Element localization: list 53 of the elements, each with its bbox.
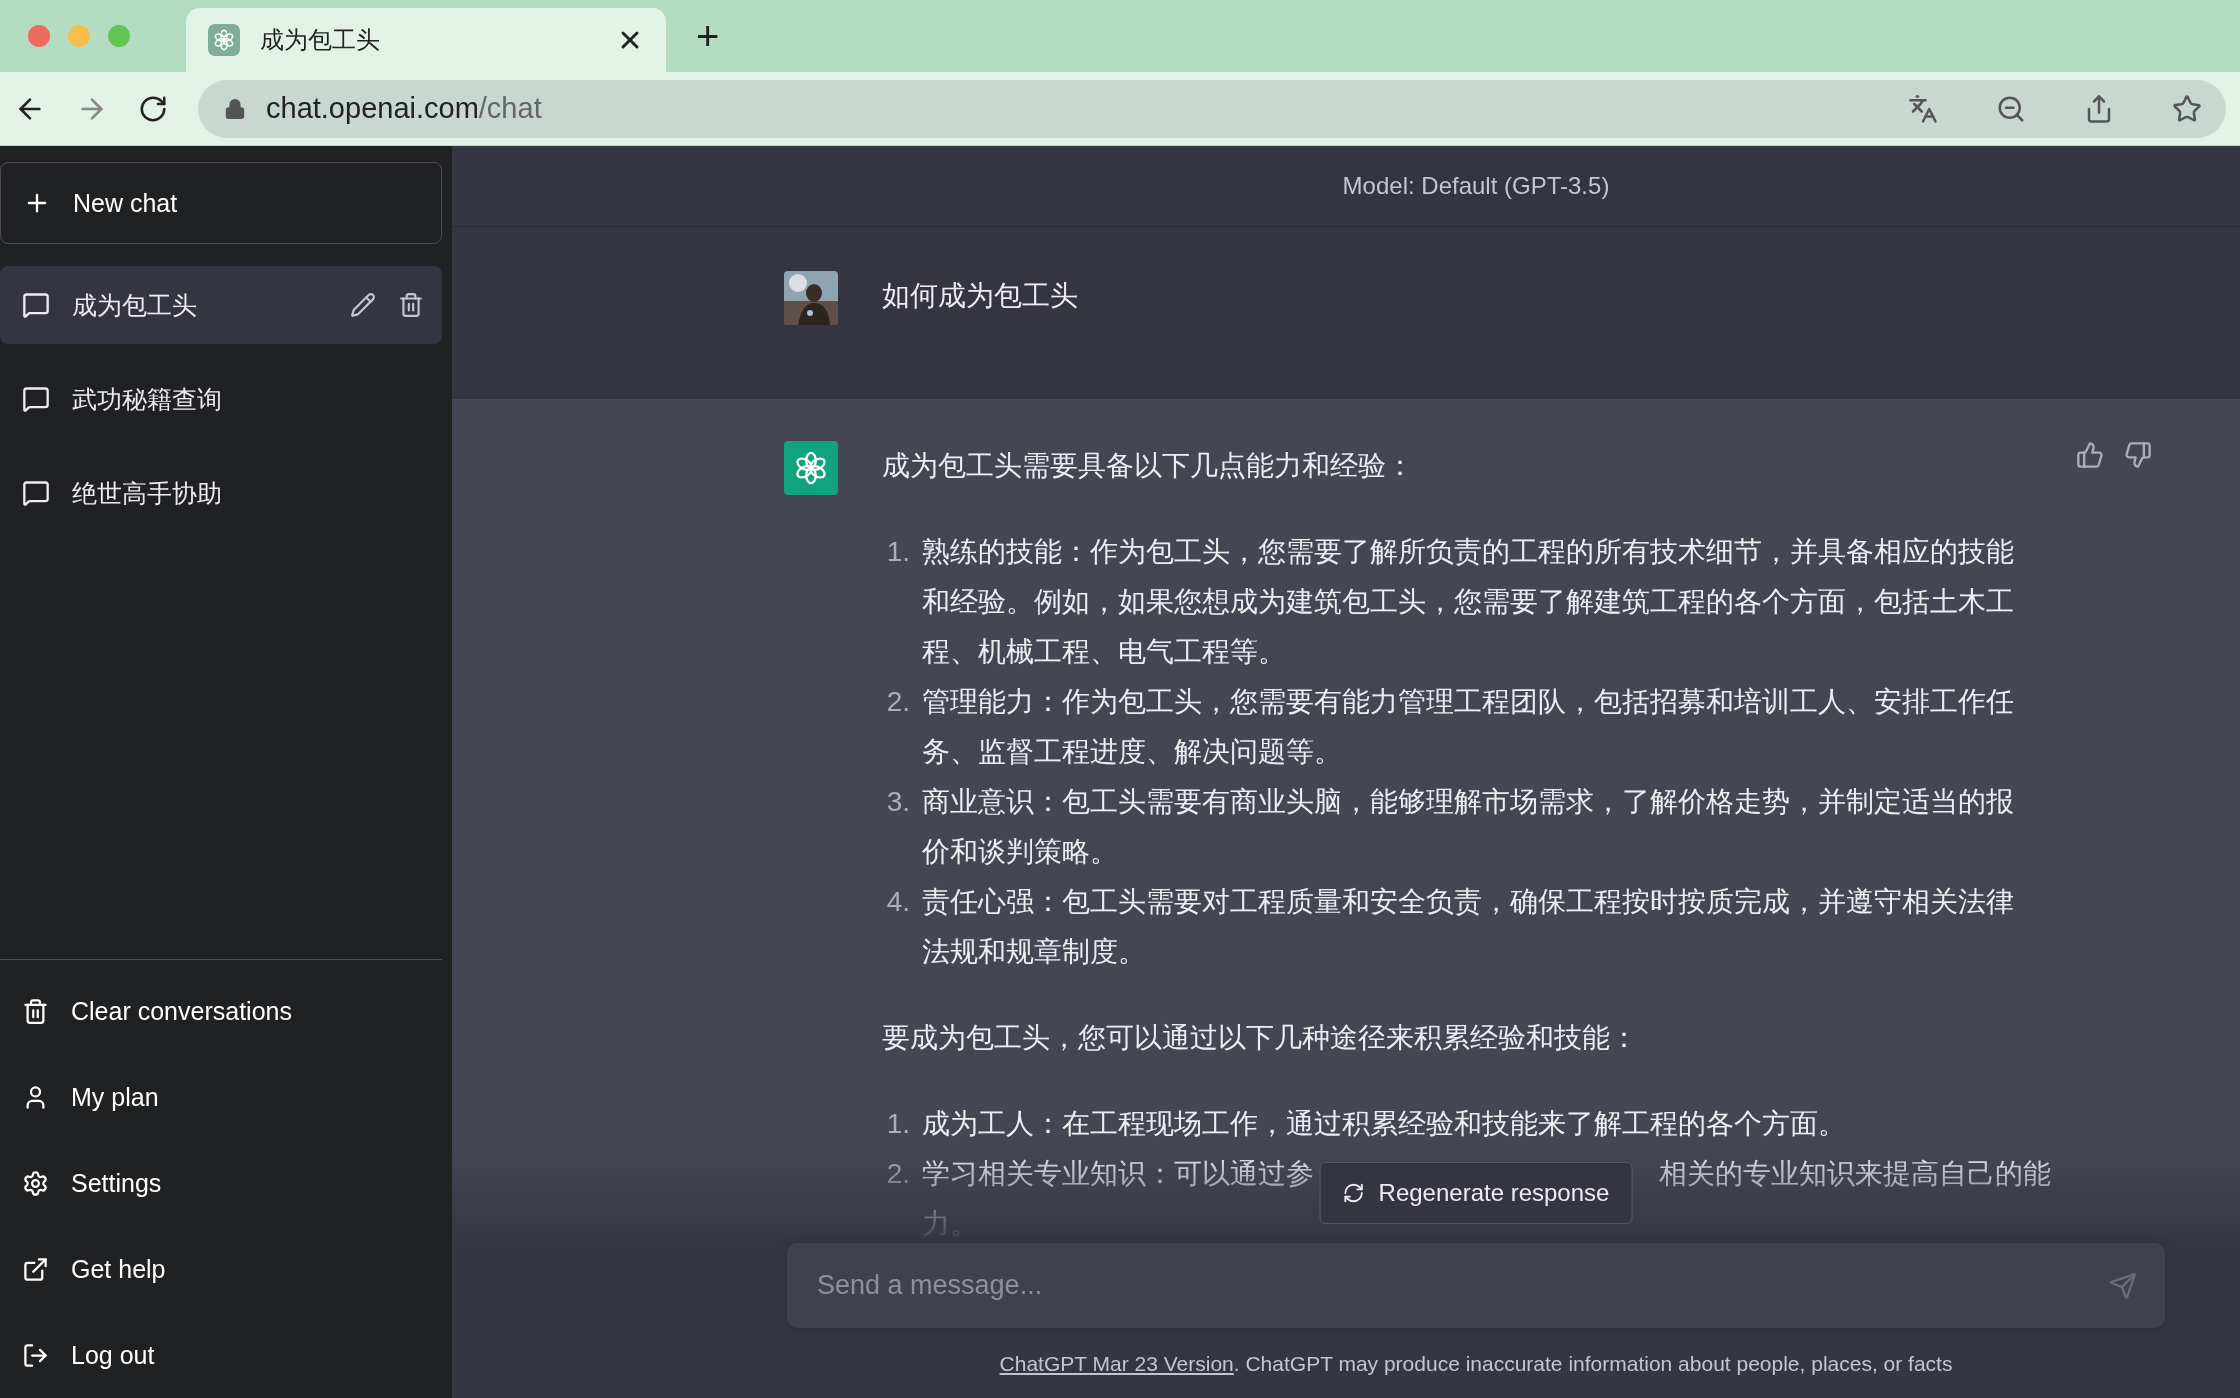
logout-icon bbox=[22, 1341, 49, 1369]
conversation-item[interactable]: 绝世高手协助 bbox=[0, 454, 442, 532]
list-item-text: 成为工人：在工程现场工作，通过积累经验和技能来了解工程的各个方面。 bbox=[922, 1108, 1846, 1139]
conversation-title: 成为包工头 bbox=[72, 289, 198, 321]
settings-icon bbox=[22, 1169, 49, 1197]
address-bar[interactable]: chat.openai.com/chat bbox=[198, 79, 2226, 138]
browser-tab[interactable]: 成为包工头 bbox=[186, 8, 666, 72]
list-item-text: 相关的专业知识来提高自己的能 bbox=[1659, 1157, 2051, 1191]
list-item-text: 学习相关专业知识：可以通过参 bbox=[922, 1157, 1314, 1191]
translate-icon[interactable] bbox=[1908, 93, 1938, 124]
list-item-text: 商业意识：包工头需要有商业头脑，能够理解市场需求，了解价格走势，并制定适当的报价和谈判策略。 bbox=[922, 786, 2014, 867]
menu-item[interactable]: Log out bbox=[0, 1312, 442, 1398]
list-item-text: 管理能力：作为包工头，您需要有能力管理工程团队，包括招募和培训工人、安排工作任务、监督工程进度、解决问题等。 bbox=[922, 686, 2014, 767]
menu-item[interactable]: My plan bbox=[0, 1054, 442, 1140]
refresh-icon bbox=[1342, 1182, 1365, 1204]
list-item-text: 熟练的技能：作为包工头，您需要了解所负责的工程的所有技术细节，并具备相应的技能和经验。例如，如果您想成为建筑包工头，您需要了解建筑工程的各个方面，包括土木工程、机械工程、电气工程等。 bbox=[922, 536, 2014, 667]
list-number: 4. bbox=[885, 885, 910, 919]
message-input[interactable]: Send a message... bbox=[815, 1269, 2109, 1302]
conversation-item[interactable]: 武功秘籍查询 bbox=[0, 360, 442, 438]
thumbs-up-icon[interactable] bbox=[2076, 441, 2104, 469]
version-link[interactable]: ChatGPT Mar 23 Version bbox=[999, 1352, 1234, 1375]
knot-logo-icon bbox=[208, 24, 240, 56]
external-link-icon bbox=[22, 1255, 49, 1283]
chat-bubble-icon bbox=[22, 479, 50, 507]
edit-icon[interactable] bbox=[350, 292, 376, 318]
disclaimer-text: ChatGPT Mar 23 Version. ChatGPT may produce inaccurate information about people, places, or facts bbox=[999, 1352, 1953, 1376]
thumbs-down-icon[interactable] bbox=[2124, 441, 2152, 469]
conversation-title: 绝世高手协助 bbox=[72, 477, 223, 509]
chat-bubble-icon bbox=[22, 385, 50, 413]
list-number: 1. bbox=[885, 535, 910, 569]
list-number: 2. bbox=[885, 1157, 910, 1191]
message-text: 要成为包工头，您可以通过以下几种途径来积累经验和技能： bbox=[882, 1021, 1639, 1055]
conversation-item[interactable]: 成为包工头 bbox=[0, 266, 442, 344]
message-field[interactable]: Send a message... bbox=[787, 1243, 2165, 1328]
conversation-title: 武功秘籍查询 bbox=[72, 383, 223, 415]
chat-bubble-icon bbox=[22, 291, 50, 319]
menu-item[interactable]: Clear conversations bbox=[0, 968, 442, 1054]
star-icon[interactable] bbox=[2172, 93, 2202, 124]
list-number: 3. bbox=[885, 785, 910, 819]
trash-icon bbox=[22, 997, 49, 1025]
menu-item[interactable]: Get help bbox=[0, 1226, 442, 1312]
message-text: 如何成为包工头 bbox=[882, 279, 1079, 313]
trash-icon[interactable] bbox=[398, 292, 424, 318]
list-item-text: 责任心强：包工头需要对工程质量和安全负责，确保工程按时按质完成，并遵守相关法律法规和规章制度。 bbox=[922, 886, 2014, 967]
regenerate-button[interactable]: Regenerate response bbox=[1319, 1162, 1633, 1224]
list-item-text: 力。 bbox=[922, 1207, 978, 1241]
message-text: 成为包工头需要具备以下几点能力和经验： bbox=[882, 449, 1415, 483]
list-number: 2. bbox=[885, 685, 910, 719]
new-chat-button[interactable]: New chat bbox=[0, 162, 442, 244]
list-number: 1. bbox=[885, 1107, 910, 1141]
lock-icon bbox=[224, 97, 246, 120]
new-tab-button[interactable]: + bbox=[696, 16, 720, 56]
menu-item[interactable]: Settings bbox=[0, 1140, 442, 1226]
